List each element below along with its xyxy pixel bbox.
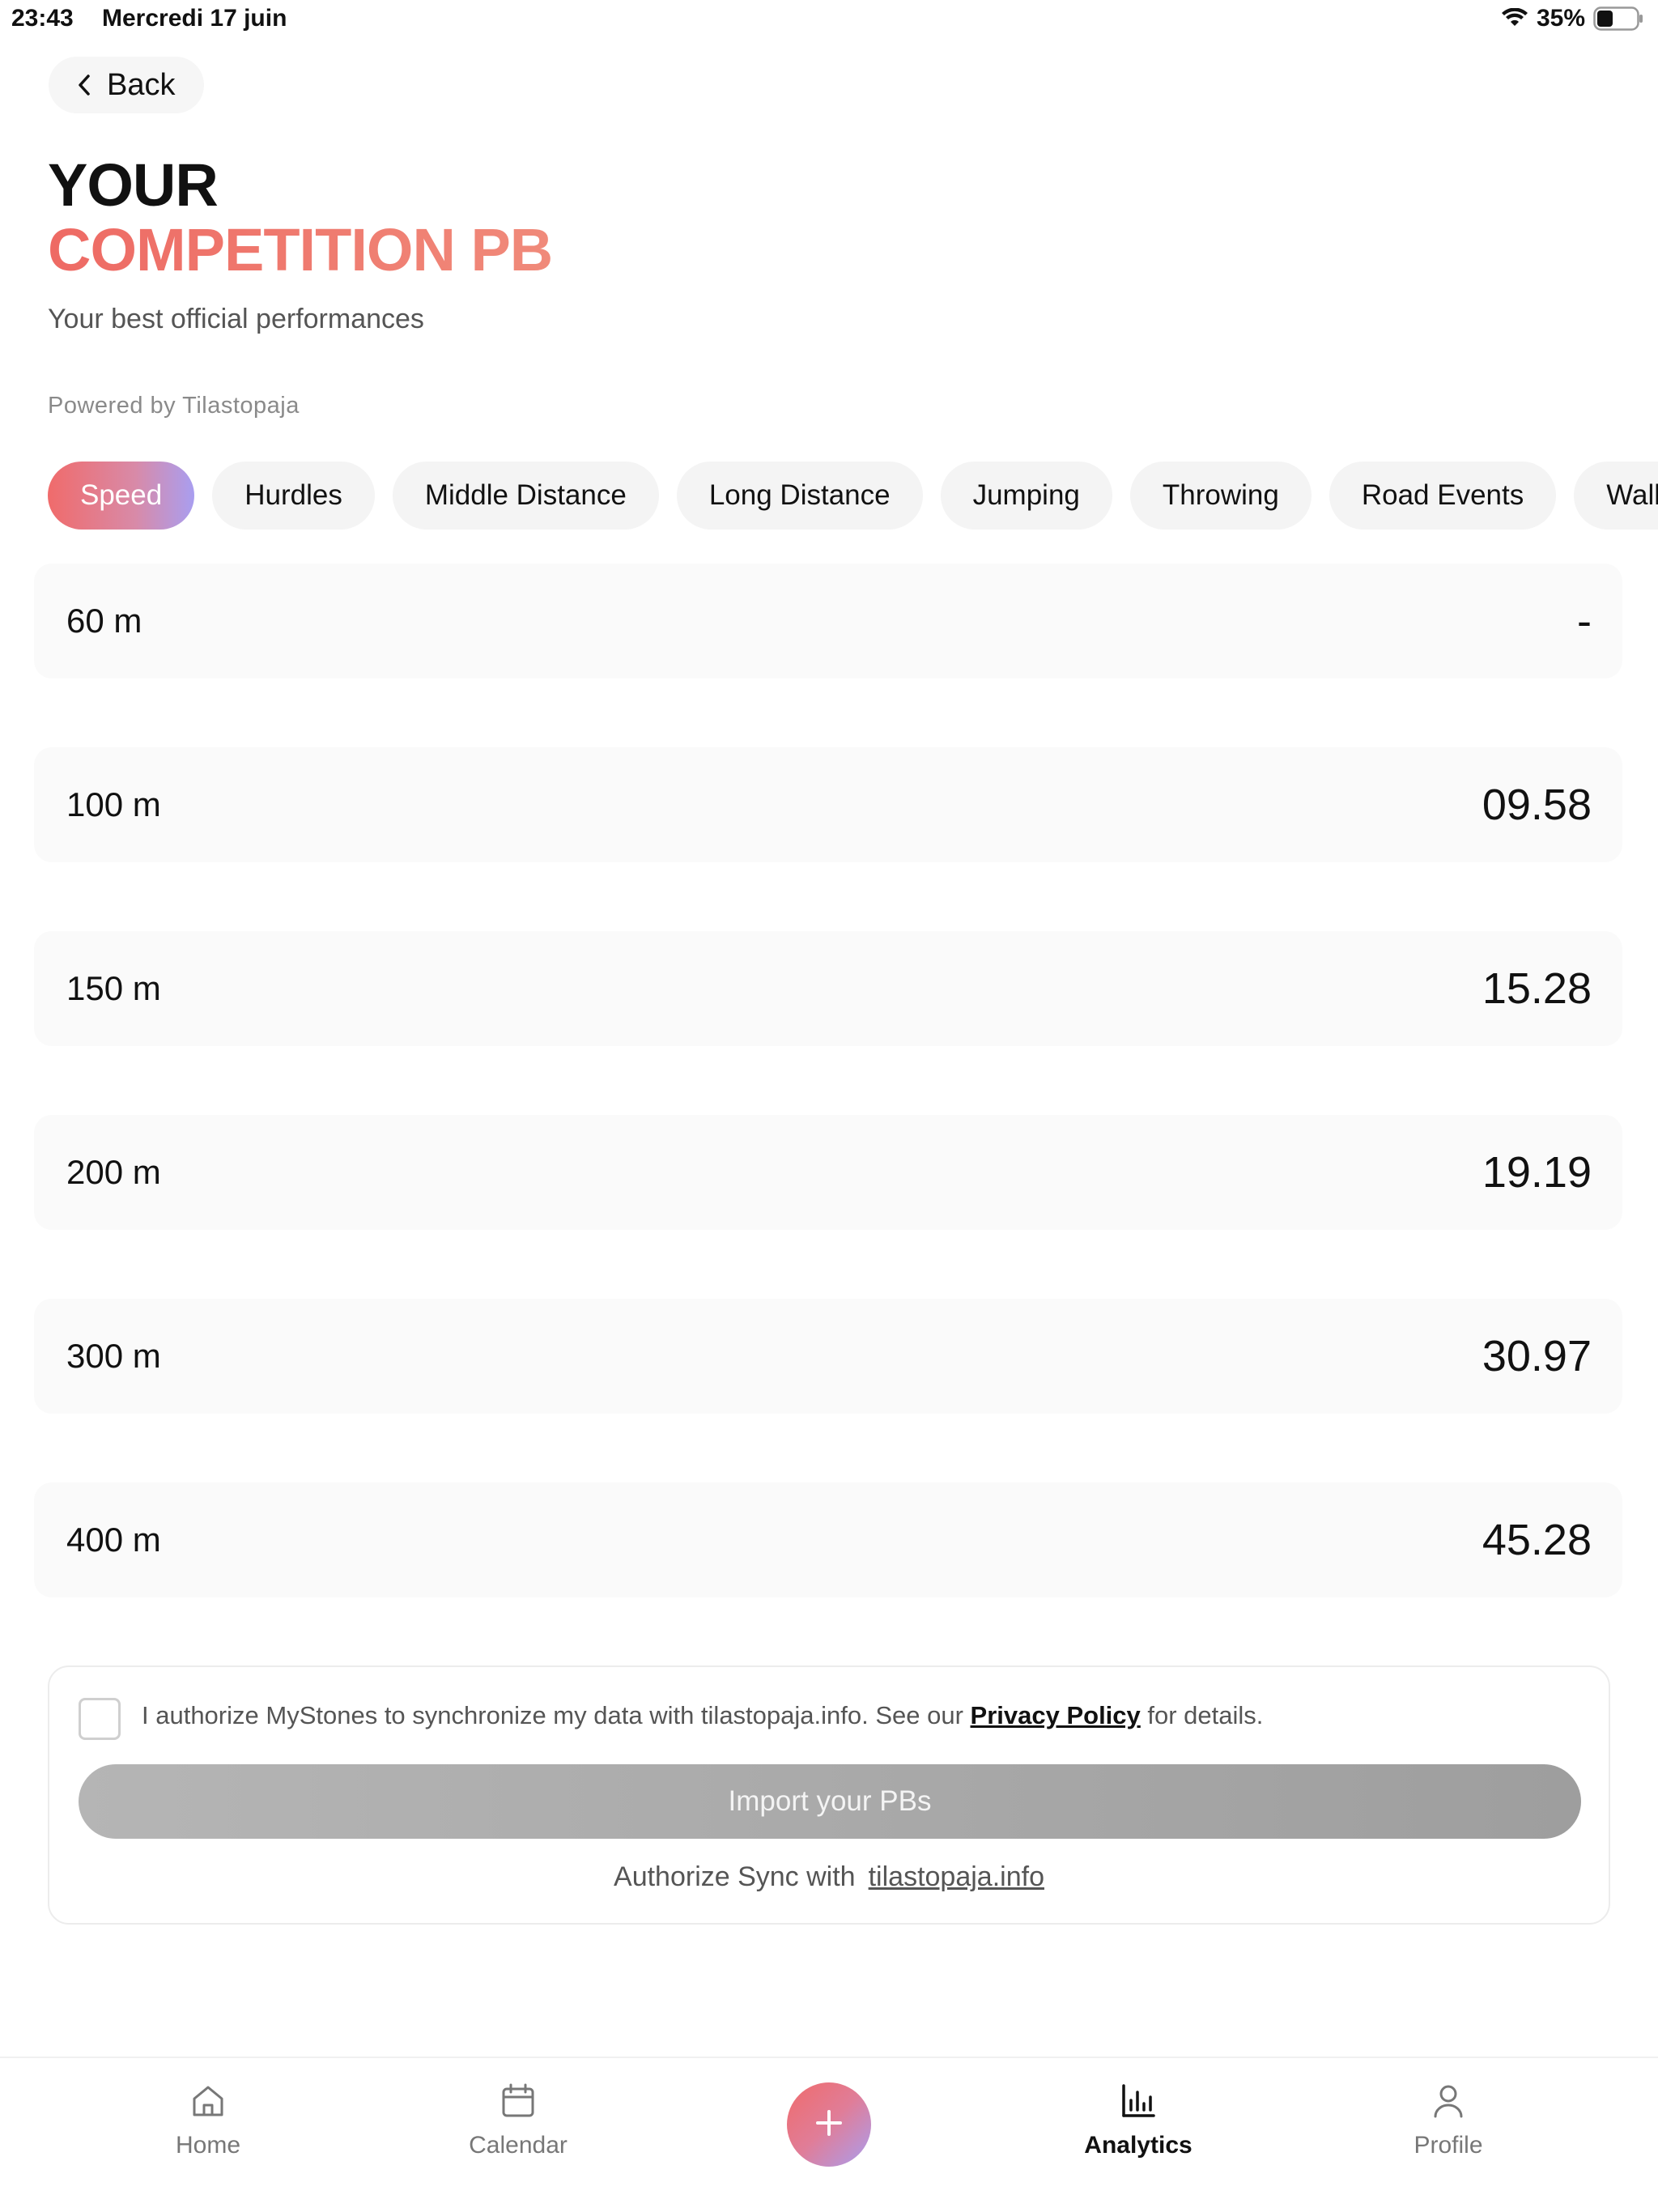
consent-checkbox[interactable] [79, 1698, 121, 1740]
pb-value: 09.58 [1482, 781, 1592, 829]
pb-value: 30.97 [1482, 1332, 1592, 1380]
back-label: Back [107, 67, 176, 102]
pb-value: - [1577, 597, 1592, 645]
battery-percent: 35% [1536, 5, 1585, 32]
pb-row-150m[interactable]: 150 m 15.28 [34, 931, 1622, 1046]
pb-event: 100 m [66, 785, 161, 823]
consent-text: I authorize MyStones to synchronize my d… [142, 1701, 1263, 1730]
page-title: YOUR [48, 151, 219, 219]
add-button[interactable] [787, 2082, 871, 2167]
sync-card: I authorize MyStones to synchronize my d… [48, 1665, 1610, 1925]
page-subtitle: Your best official performances [48, 304, 424, 334]
consent-suffix: for details. [1140, 1701, 1264, 1729]
pb-row-400m[interactable]: 400 m 45.28 [34, 1482, 1622, 1597]
status-bar: 23:43 Mercredi 17 juin 35% [0, 0, 1658, 39]
back-button[interactable]: Back [49, 57, 204, 113]
tab-long-distance[interactable]: Long Distance [676, 462, 923, 530]
analytics-icon [1120, 2082, 1157, 2124]
authorize-text: Authorize Sync with [614, 1861, 856, 1892]
category-tabs: Speed Hurdles Middle Distance Long Dista… [48, 462, 1658, 530]
tab-walk[interactable]: Walk [1574, 462, 1658, 530]
nav-calendar-label: Calendar [469, 2132, 568, 2159]
page-title-accent: COMPETITION PB [48, 216, 553, 283]
pb-event: 150 m [66, 969, 161, 1007]
pb-event: 60 m [66, 602, 142, 640]
pb-event: 200 m [66, 1153, 161, 1191]
calendar-icon [500, 2082, 537, 2124]
pb-value: 19.19 [1482, 1148, 1592, 1197]
nav-profile-label: Profile [1414, 2132, 1483, 2159]
tab-speed[interactable]: Speed [48, 462, 195, 530]
plus-icon [813, 2107, 845, 2143]
privacy-policy-link[interactable]: Privacy Policy [971, 1701, 1141, 1729]
nav-home-label: Home [175, 2132, 241, 2159]
tab-road-events[interactable]: Road Events [1329, 462, 1557, 530]
nav-profile[interactable]: Profile [1367, 2082, 1529, 2159]
consent-prefix: I authorize MyStones to synchronize my d… [142, 1701, 971, 1729]
bottom-nav: Home Calendar Analytics Profile [0, 2057, 1658, 2212]
pb-value: 45.28 [1482, 1516, 1592, 1564]
authorize-sync: Authorize Sync with tilastopaja.info [49, 1861, 1609, 1893]
tab-throwing[interactable]: Throwing [1129, 462, 1312, 530]
pb-event: 400 m [66, 1521, 161, 1559]
nav-analytics[interactable]: Analytics [1057, 2082, 1219, 2159]
tab-jumping[interactable]: Jumping [940, 462, 1112, 530]
pb-value: 15.28 [1482, 964, 1592, 1013]
profile-icon [1430, 2082, 1467, 2124]
tilastopaja-link[interactable]: tilastopaja.info [869, 1861, 1044, 1893]
pb-row-200m[interactable]: 200 m 19.19 [34, 1115, 1622, 1230]
nav-analytics-label: Analytics [1084, 2132, 1192, 2159]
page: 23:43 Mercredi 17 juin 35% Back YOUR COM… [0, 0, 1658, 2212]
pb-row-300m[interactable]: 300 m 30.97 [34, 1299, 1622, 1414]
status-date: Mercredi 17 juin [102, 5, 287, 32]
status-time: 23:43 [11, 5, 74, 32]
home-icon [189, 2082, 227, 2124]
pb-row-100m[interactable]: 100 m 09.58 [34, 747, 1622, 862]
status-right: 35% [1501, 5, 1643, 32]
pb-row-60m[interactable]: 60 m - [34, 564, 1622, 678]
import-pbs-button[interactable]: Import your PBs [79, 1764, 1581, 1839]
wifi-icon [1501, 8, 1528, 29]
tab-middle-distance[interactable]: Middle Distance [392, 462, 659, 530]
nav-home[interactable]: Home [127, 2082, 289, 2159]
battery-icon [1593, 6, 1643, 31]
powered-by: Powered by Tilastopaja [48, 393, 300, 419]
tab-hurdles[interactable]: Hurdles [212, 462, 375, 530]
pb-event: 300 m [66, 1337, 161, 1375]
chevron-left-icon [78, 74, 91, 96]
nav-calendar[interactable]: Calendar [437, 2082, 599, 2159]
